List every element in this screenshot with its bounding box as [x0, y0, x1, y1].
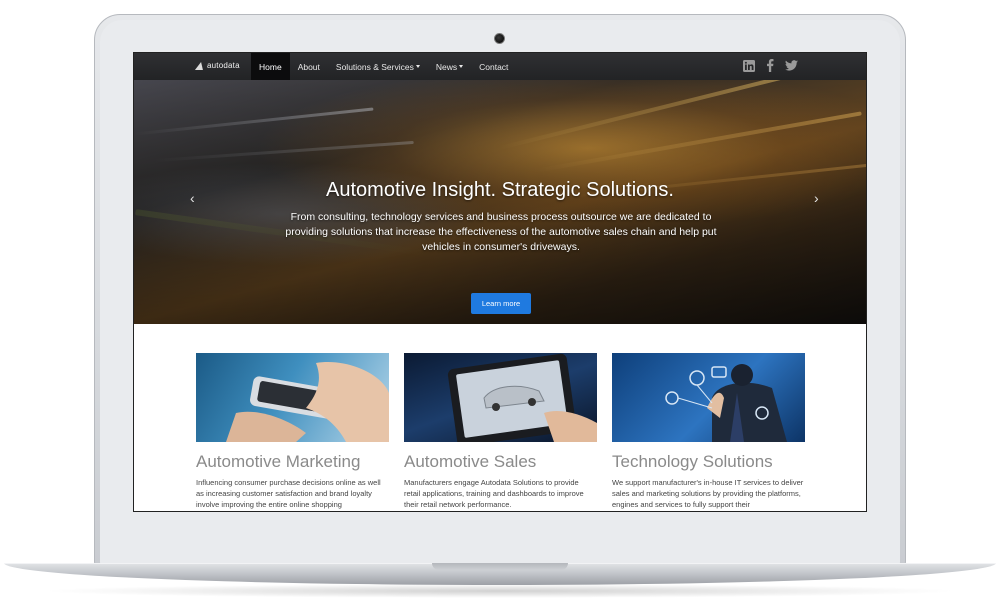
- camera-icon: [494, 33, 505, 44]
- caret-down-icon: [459, 65, 464, 68]
- feature-description: Manufacturers engage Autodata Solutions …: [404, 478, 584, 509]
- feature-section: Automotive Marketing Influencing consume…: [196, 353, 806, 511]
- nav-item-contact[interactable]: Contact: [471, 53, 516, 80]
- feature-card-marketing: Automotive Marketing Influencing consume…: [196, 353, 389, 510]
- facebook-icon[interactable]: [766, 59, 774, 72]
- caret-down-icon: [415, 65, 420, 68]
- nav-item-label: About: [297, 61, 320, 72]
- feature-card-sales: Automotive Sales Manufacturers engage Au…: [404, 353, 597, 510]
- feature-description: Influencing consumer purchase decisions …: [196, 478, 381, 509]
- social-links: [743, 59, 798, 72]
- nav-item-home[interactable]: Home: [251, 53, 290, 80]
- hero-overlay: [134, 80, 866, 324]
- nav-item-label: Contact: [479, 61, 509, 72]
- business-network-illustration: [665, 364, 787, 442]
- linkedin-icon[interactable]: [743, 59, 755, 72]
- hand-smartphone-illustration: [226, 362, 389, 442]
- feature-image-technology[interactable]: [612, 353, 805, 442]
- laptop-base-notch: [432, 563, 568, 570]
- nav-item-news[interactable]: News: [428, 53, 471, 80]
- nav-menu: Home About Solutions & Services News Con…: [251, 53, 516, 80]
- twitter-icon[interactable]: [785, 60, 798, 71]
- nav-item-label: News: [435, 61, 458, 72]
- hero-description: From consulting, technology services and…: [285, 211, 717, 253]
- feature-title: Technology Solutions: [612, 452, 773, 471]
- feature-description: We support manufacturer's in-house IT se…: [612, 478, 804, 509]
- laptop-screen: autodata Home About Solutions & Services…: [133, 52, 867, 512]
- autodata-logo-icon: [194, 61, 206, 70]
- nav-item-about[interactable]: About: [290, 53, 328, 80]
- nav-item-solutions-services[interactable]: Solutions & Services: [328, 53, 428, 80]
- top-navbar: autodata Home About Solutions & Services…: [134, 53, 866, 80]
- feature-image-tablet[interactable]: [404, 353, 597, 442]
- feature-title: Automotive Marketing: [196, 452, 361, 471]
- feature-title: Automotive Sales: [404, 452, 537, 471]
- hero-carousel: ‹ › Automotive Insight. Strategic Soluti…: [134, 80, 866, 324]
- learn-more-button[interactable]: Learn more: [471, 293, 531, 314]
- feature-image-smartphone[interactable]: [196, 353, 389, 442]
- brand-name: autodata: [207, 61, 240, 70]
- nav-item-label: Home: [259, 61, 282, 72]
- laptop-shadow: [40, 584, 960, 598]
- hero-title: Automotive Insight. Strategic Solutions.: [326, 179, 674, 201]
- nav-item-label: Solutions & Services: [335, 61, 414, 72]
- tablet-car-illustration: [447, 353, 597, 442]
- feature-card-technology: Technology Solutions We support manufact…: [612, 353, 805, 510]
- brand-logo[interactable]: autodata: [194, 61, 240, 70]
